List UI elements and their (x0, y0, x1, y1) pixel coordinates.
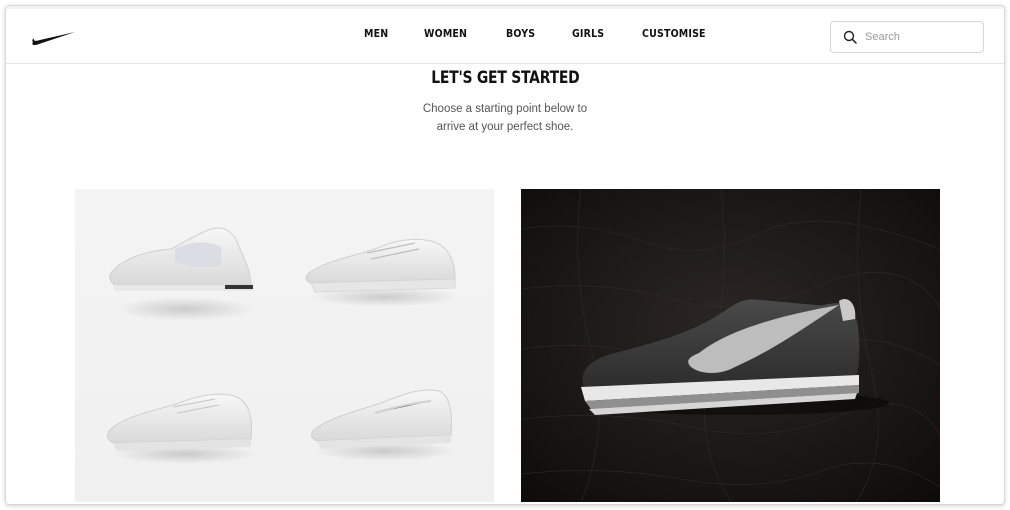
search-box[interactable] (830, 21, 984, 53)
subtitle-line-1: Choose a starting point below to (422, 103, 588, 115)
main-nav: MEN WOMEN BOYS GIRLS CUSTOMISE (364, 27, 748, 40)
site-header: MEN WOMEN BOYS GIRLS CUSTOMISE (6, 9, 1004, 64)
shoe-collection-card[interactable] (75, 189, 494, 502)
knit-running-shoe (311, 389, 457, 461)
page-title: LET'S GET STARTED (430, 68, 580, 88)
page-subtitle: Choose a starting point below to arrive … (6, 100, 1004, 136)
nav-women[interactable]: WOMEN (424, 27, 467, 40)
search-icon (843, 30, 857, 44)
browser-frame: MEN WOMEN BOYS GIRLS CUSTOMISE LET'S GET… (5, 5, 1005, 505)
nav-customise[interactable]: CUSTOMISE (642, 27, 706, 40)
shoe-collection-image (107, 227, 460, 464)
subtitle-line-2: arrive at your perfect shoe. (436, 121, 574, 133)
cortez-shoe-image (521, 189, 940, 502)
nav-men[interactable]: MEN (364, 27, 388, 40)
training-shoe (107, 393, 257, 464)
search-input[interactable] (865, 31, 975, 43)
nike-swoosh-icon[interactable] (30, 29, 76, 47)
classic-leather-shoe-card[interactable] (521, 189, 940, 502)
slip-on-shoe (109, 227, 255, 321)
nav-boys[interactable]: BOYS (506, 27, 535, 40)
nav-girls[interactable]: GIRLS (572, 27, 604, 40)
running-shoe (305, 238, 460, 307)
